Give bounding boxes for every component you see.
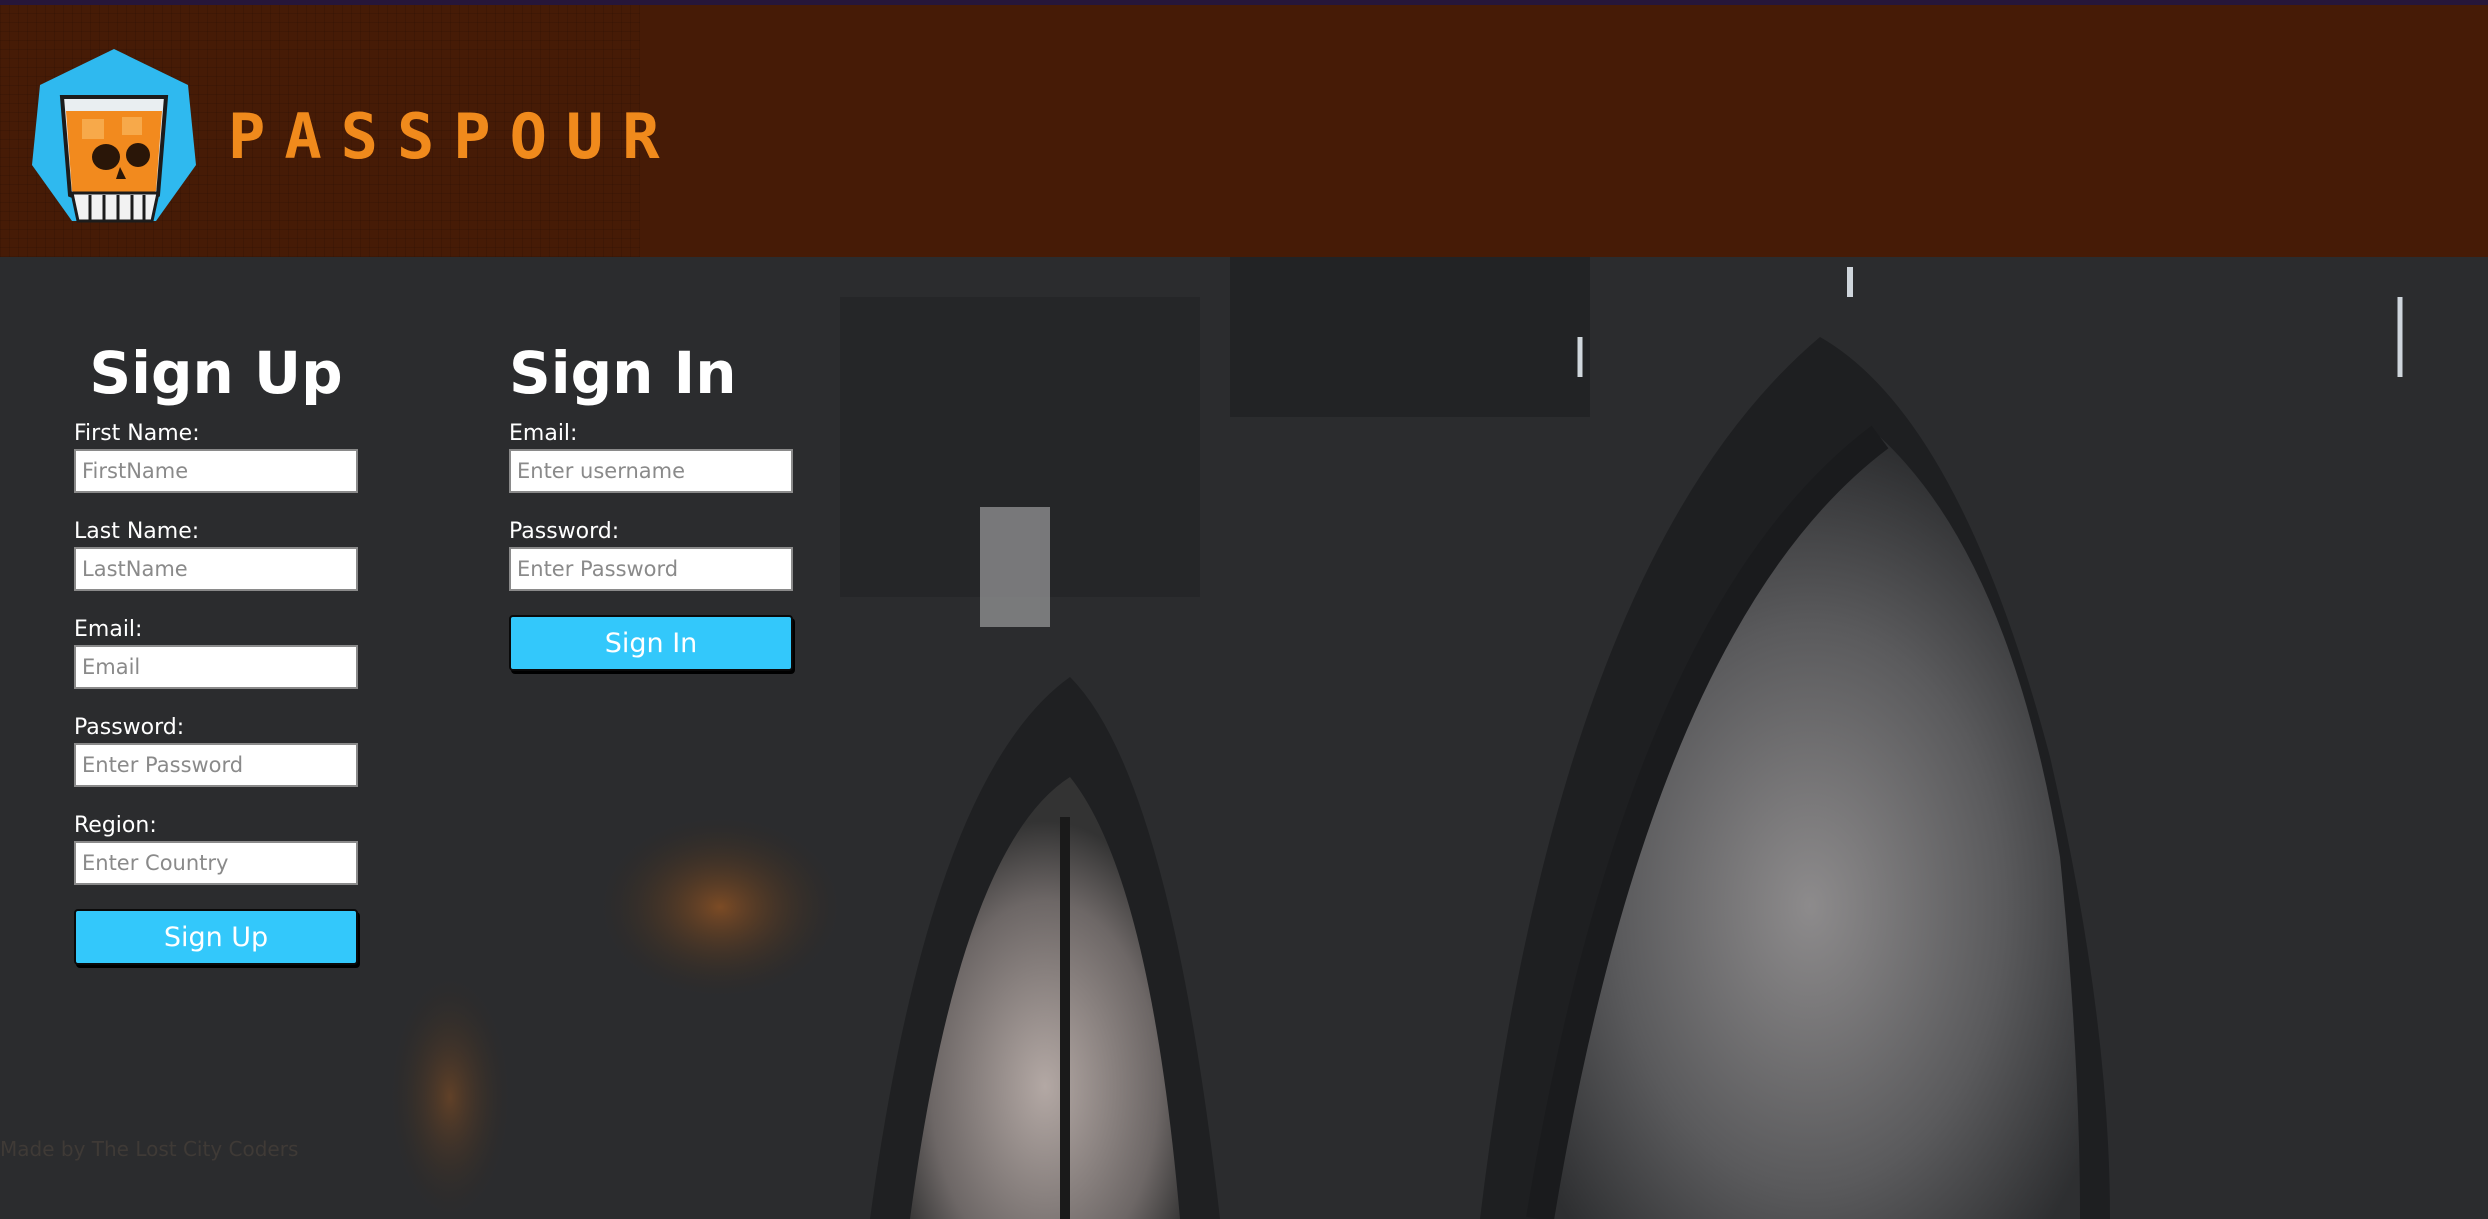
signup-password-label: Password:	[74, 715, 185, 740]
signup-email-field: Email:	[74, 615, 358, 689]
footer-credit: Made by The Lost City Coders	[0, 1137, 299, 1161]
signup-email-label: Email:	[74, 617, 143, 642]
first-name-field: First Name:	[74, 419, 358, 493]
main-content	[0, 257, 2488, 1219]
sign-up-button[interactable]: Sign Up	[74, 909, 358, 965]
signup-password-input[interactable]	[74, 743, 358, 787]
signin-email-input[interactable]	[509, 449, 793, 493]
first-name-label: First Name:	[74, 421, 200, 446]
last-name-field: Last Name:	[74, 517, 358, 591]
signup-title: Sign Up	[89, 339, 343, 407]
signin-title: Sign In	[509, 339, 737, 407]
signin-email-field: Email:	[509, 419, 793, 493]
background-image	[0, 257, 2488, 1219]
signup-form: Sign Up First Name: Last Name: Email: Pa…	[74, 337, 358, 965]
header: PASSPOUR	[0, 5, 2488, 257]
last-name-label: Last Name:	[74, 519, 200, 544]
signin-password-input[interactable]	[509, 547, 793, 591]
last-name-input[interactable]	[74, 547, 358, 591]
signin-email-label: Email:	[509, 421, 578, 446]
sign-in-button[interactable]: Sign In	[509, 615, 793, 671]
signup-email-input[interactable]	[74, 645, 358, 689]
region-input[interactable]	[74, 841, 358, 885]
signup-password-field: Password:	[74, 713, 358, 787]
first-name-input[interactable]	[74, 449, 358, 493]
signin-password-label: Password:	[509, 519, 620, 544]
region-label: Region:	[74, 813, 157, 838]
brand-name: PASSPOUR	[228, 100, 679, 173]
region-field: Region:	[74, 811, 358, 885]
signin-password-field: Password:	[509, 517, 793, 591]
whiskey-skull-logo-icon[interactable]	[26, 45, 202, 229]
signin-form: Sign In Email: Password: Sign In	[509, 337, 793, 671]
page: PASSPOUR Sign Up First Name: FirstName L…	[0, 0, 2488, 1219]
